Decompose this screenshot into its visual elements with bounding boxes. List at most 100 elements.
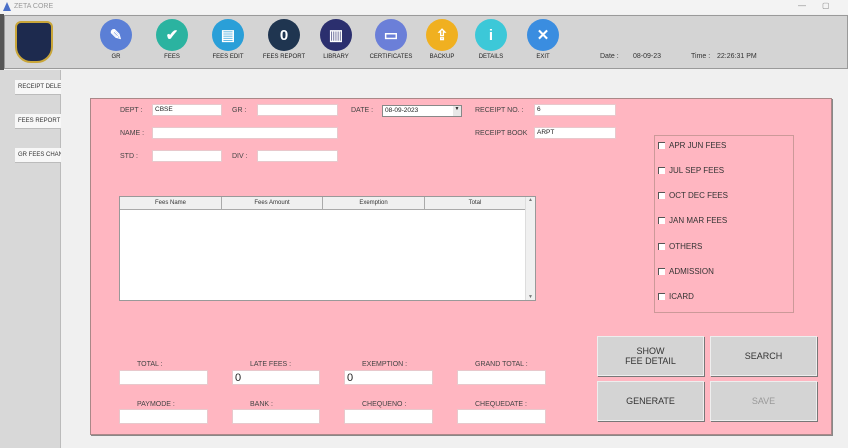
toolbar-label: FEES	[164, 54, 180, 60]
checkbox-box[interactable]	[658, 268, 665, 275]
minimize-button[interactable]: —	[798, 1, 806, 10]
toolbar-library-button[interactable]: ▥ LIBRARY	[311, 19, 361, 60]
bank-field[interactable]	[232, 409, 320, 424]
backup-icon: ⇪	[426, 19, 458, 51]
std-label: STD :	[120, 153, 138, 160]
toolbar-gr-button[interactable]: ✎ GR	[91, 19, 141, 60]
generate-button[interactable]: GENERATE	[597, 381, 704, 421]
scroll-down-icon[interactable]: ▼	[526, 294, 535, 300]
checkbox-jan-mar-fees[interactable]: JAN MAR FEES	[658, 216, 727, 225]
search-button[interactable]: SEARCH	[710, 336, 817, 376]
show-fee-detail-button[interactable]: SHOW FEE DETAIL	[597, 336, 704, 376]
toolbar-label: CERTIFICATES	[369, 54, 413, 60]
scroll-up-icon[interactable]: ▲	[526, 197, 535, 203]
exemption-field[interactable]: 0	[344, 370, 433, 385]
name-label: NAME :	[120, 130, 145, 137]
column-exemption[interactable]: Exemption	[323, 197, 425, 210]
grand-total-field[interactable]	[457, 370, 546, 385]
checkbox-box[interactable]	[658, 217, 665, 224]
restore-button[interactable]: ▢	[822, 1, 830, 10]
toolbar-exit-button[interactable]: ✕ EXIT	[518, 19, 568, 60]
chequedate-field[interactable]	[457, 409, 546, 424]
app-logo-icon	[3, 2, 11, 11]
certificate-icon: ▭	[375, 19, 407, 51]
toolbar-label: BACKUP	[429, 54, 455, 60]
column-fees-amount[interactable]: Fees Amount	[222, 197, 323, 210]
checkbox-label: OCT DEC FEES	[669, 191, 728, 200]
info-icon: i	[475, 19, 507, 51]
toolbar-fees-edit-button[interactable]: ▤ FEES EDIT	[203, 19, 253, 60]
close-icon: ✕	[527, 19, 559, 51]
date-value: 08-09-2023	[385, 107, 419, 114]
total-label: TOTAL :	[137, 361, 163, 368]
chequedate-label: CHEQUEDATE :	[475, 401, 527, 408]
grand-total-label: GRAND TOTAL :	[475, 361, 528, 368]
checkbox-box[interactable]	[658, 243, 665, 250]
column-fees-name[interactable]: Fees Name	[120, 197, 222, 210]
checkbox-oct-dec-fees[interactable]: OCT DEC FEES	[658, 191, 728, 200]
toolbar-label: GR	[111, 54, 121, 60]
column-total[interactable]: Total	[425, 197, 526, 210]
dept-field[interactable]: CBSE	[152, 104, 222, 116]
grid-scrollbar[interactable]: ▲ ▼	[525, 197, 535, 300]
save-button[interactable]: SAVE	[710, 381, 817, 421]
std-field[interactable]	[152, 150, 222, 162]
toolbar-backup-button[interactable]: ⇪ BACKUP	[417, 19, 467, 60]
time-label: Time :	[691, 53, 711, 60]
pencil-icon: ✎	[100, 19, 132, 51]
checkbox-apr-jun-fees[interactable]: APR JUN FEES	[658, 141, 726, 150]
toolbar: ✎ GR ✔ FEES ▤ FEES EDIT 0 FEES REPORT ▥ LIBRARY ▭ C…	[4, 15, 848, 69]
checkbox-label: OTHERS	[669, 242, 703, 251]
date-value: 08-09-23	[633, 53, 662, 60]
checkbox-jul-sep-fees[interactable]: JUL SEP FEES	[658, 166, 724, 175]
receipt-no-label: RECEIPT NO. :	[475, 107, 524, 114]
sidebar-receipt-delete[interactable]: RECEIPT DELETE	[15, 80, 61, 95]
checkbox-label: ADMISSION	[669, 267, 714, 276]
checkbox-box[interactable]	[658, 142, 665, 149]
paymode-field[interactable]	[119, 409, 208, 424]
div-field[interactable]	[257, 150, 338, 162]
date-label: DATE :	[351, 107, 374, 114]
toolbar-label: FEES EDIT	[212, 54, 244, 60]
toolbar-label: DETAILS	[478, 54, 504, 60]
toolbar-fees-button[interactable]: ✔ FEES	[147, 19, 197, 60]
receipt-book-field[interactable]: ARPT	[534, 127, 616, 139]
window-title: ZETA CORE	[14, 3, 54, 10]
gr-label: GR :	[232, 107, 247, 114]
checkbox-others[interactable]: OTHERS	[658, 242, 702, 251]
fees-grid[interactable]: Fees Name Fees Amount Exemption Total ▲ ▼	[119, 196, 536, 301]
dropdown-arrow-icon[interactable]: ▼	[453, 106, 461, 116]
checkbox-label: JUL SEP FEES	[669, 166, 725, 175]
div-label: DIV :	[232, 153, 248, 160]
checkbox-box[interactable]	[658, 192, 665, 199]
sidebar-fees-report[interactable]: FEES REPORT	[15, 114, 61, 129]
sidebar: RECEIPT DELETE FEES REPORT GR FEES CHANG…	[0, 70, 61, 448]
toolbar-fees-report-button[interactable]: 0 FEES REPORT	[259, 19, 309, 60]
checkbox-box[interactable]	[658, 293, 665, 300]
sidebar-gr-fees-change[interactable]: GR FEES CHANGE	[15, 148, 61, 163]
title-bar: ZETA CORE — ▢	[0, 0, 848, 14]
checkbox-box[interactable]	[658, 167, 665, 174]
toolbar-certificates-button[interactable]: ▭ CERTIFICATES	[366, 19, 416, 60]
document-edit-icon: ▤	[212, 19, 244, 51]
gr-field[interactable]	[257, 104, 338, 116]
time-value: 22:26:31 PM	[717, 53, 757, 60]
checkbox-icard[interactable]: ICARD	[658, 292, 694, 301]
checkbox-admission[interactable]: ADMISSION	[658, 267, 714, 276]
bank-label: BANK :	[250, 401, 273, 408]
name-field[interactable]	[152, 127, 338, 139]
checkbox-label: ICARD	[669, 292, 694, 301]
toolbar-label: EXIT	[536, 54, 550, 60]
report-icon: 0	[268, 19, 300, 51]
school-crest-logo	[15, 21, 53, 63]
date-picker[interactable]: 08-09-2023 ▼	[382, 105, 462, 117]
receipt-no-field[interactable]: 6	[534, 104, 616, 116]
chequeno-field[interactable]	[344, 409, 433, 424]
date-label: Date :	[600, 53, 619, 60]
toolbar-details-button[interactable]: i DETAILS	[466, 19, 516, 60]
late-fees-field[interactable]: 0	[232, 370, 320, 385]
paymode-label: PAYMODE :	[137, 401, 175, 408]
dept-label: DEPT :	[120, 107, 143, 114]
total-field[interactable]	[119, 370, 208, 385]
chequeno-label: CHEQUENO :	[362, 401, 407, 408]
